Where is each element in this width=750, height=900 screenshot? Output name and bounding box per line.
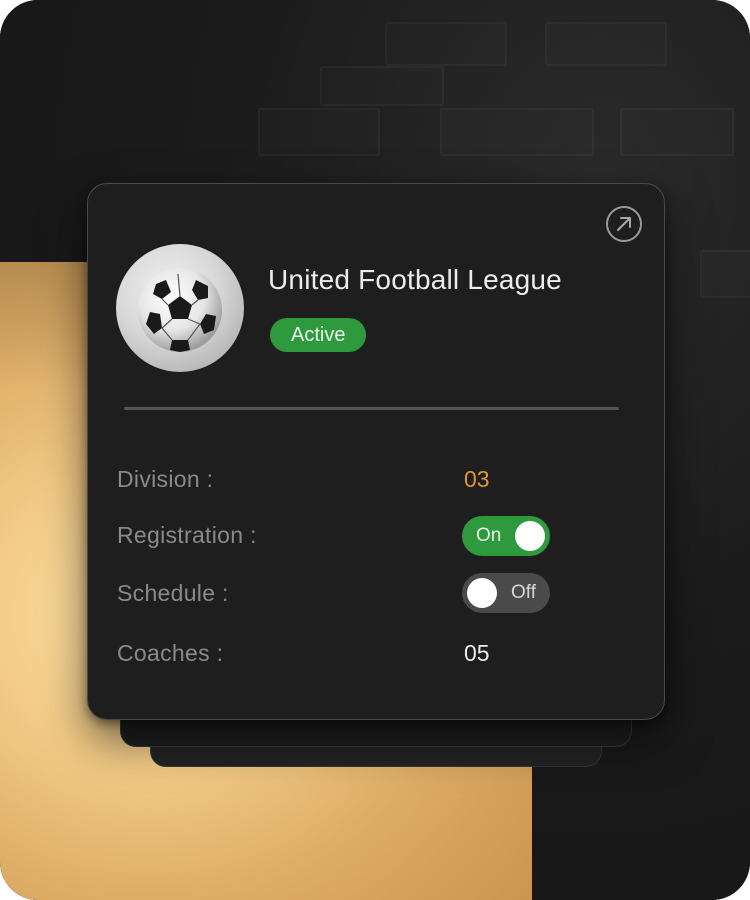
schedule-label: Schedule : xyxy=(117,580,229,606)
soccer-ball-icon xyxy=(138,268,222,352)
coaches-value: 05 xyxy=(464,640,490,666)
toggle-knob xyxy=(467,578,497,608)
division-value: 03 xyxy=(464,466,490,492)
schedule-toggle-text: Off xyxy=(511,582,536,603)
status-badge: Active xyxy=(270,318,367,352)
background-brick xyxy=(385,22,507,66)
background-brick xyxy=(620,108,734,156)
background-brick xyxy=(320,66,444,106)
divider xyxy=(124,407,619,410)
league-card[interactable]: United Football League Active Division :… xyxy=(87,183,665,720)
league-title: United Football League xyxy=(268,264,562,295)
division-label: Division : xyxy=(117,466,214,492)
background-brick xyxy=(258,108,380,156)
background-brick xyxy=(545,22,667,66)
coaches-label: Coaches : xyxy=(117,640,224,666)
toggle-knob xyxy=(515,521,545,551)
registration-toggle[interactable]: On xyxy=(462,516,550,556)
screenshot-frame: United Football League Active Division :… xyxy=(0,0,750,900)
open-league-button[interactable] xyxy=(606,206,642,242)
registration-toggle-text: On xyxy=(476,525,502,546)
background-brick xyxy=(700,250,750,298)
arrow-up-right-icon xyxy=(617,217,631,231)
schedule-toggle[interactable]: Off xyxy=(462,573,550,613)
registration-label: Registration : xyxy=(117,522,257,548)
background-brick xyxy=(440,108,594,156)
league-logo xyxy=(116,244,244,372)
